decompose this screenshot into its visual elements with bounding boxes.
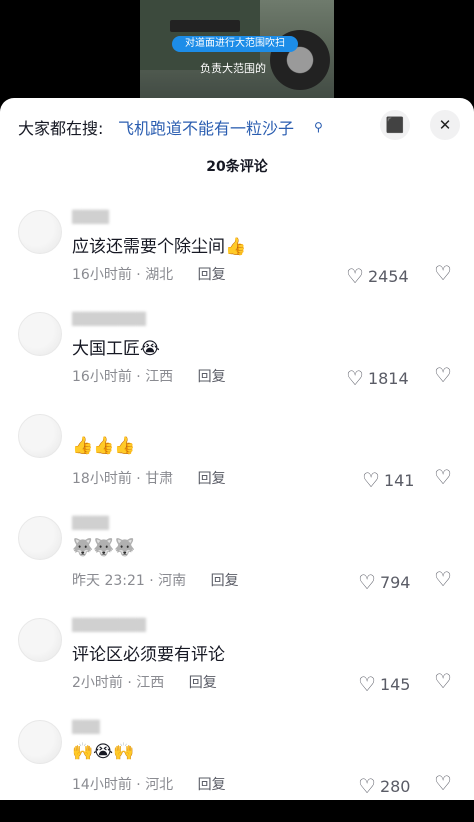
comment-time: 昨天 23:21 bbox=[72, 573, 145, 589]
avatar[interactable] bbox=[18, 210, 62, 254]
search-prefix: 大家都在搜: bbox=[18, 119, 104, 138]
comment-text: 🙌😭🙌 bbox=[72, 742, 135, 762]
comment-item: ████ 应该还需要个除尘间👍 16小时前 · 湖北 回复 ♡ 2454 ♡ bbox=[0, 210, 474, 312]
like-button[interactable]: ♡ 2454 bbox=[346, 264, 409, 288]
avatar[interactable] bbox=[18, 312, 62, 356]
like-count: 1814 bbox=[367, 368, 409, 388]
dislike-heart-icon[interactable]: ♡ bbox=[434, 466, 456, 488]
reply-button[interactable]: 回复 bbox=[198, 369, 226, 385]
comment-location: 甘肃 bbox=[145, 471, 174, 487]
reply-button[interactable]: 回复 bbox=[189, 675, 217, 691]
comment-meta: 16小时前 · 湖北 回复 bbox=[72, 267, 226, 283]
like-button[interactable]: ♡ 145 bbox=[358, 672, 410, 696]
heart-icon: ♡ bbox=[358, 672, 376, 696]
avatar[interactable] bbox=[18, 414, 62, 458]
comment-item: ████████ 大国工匠😭 16小时前 · 江西 回复 ♡ 1814 ♡ bbox=[0, 312, 474, 414]
search-term-link[interactable]: 飞机跑道不能有一粒沙子 bbox=[118, 116, 294, 142]
heart-icon: ♡ bbox=[358, 570, 376, 594]
avatar[interactable] bbox=[18, 720, 62, 764]
like-count: 794 bbox=[379, 572, 411, 592]
video-background: 对道面进行大范围吹扫 负责大范围的 bbox=[0, 0, 474, 110]
avatar[interactable] bbox=[18, 516, 62, 560]
heart-icon: ♡ bbox=[346, 264, 364, 288]
video-title-badge: 对道面进行大范围吹扫 bbox=[172, 36, 298, 52]
comment-meta: 18小时前 · 甘肃 回复 bbox=[72, 471, 226, 487]
dislike-heart-icon[interactable]: ♡ bbox=[434, 568, 456, 590]
username-blurred: ████ bbox=[72, 516, 109, 530]
comment-text: 应该还需要个除尘间👍 bbox=[72, 237, 247, 257]
avatar[interactable] bbox=[18, 618, 62, 662]
reply-button[interactable]: 回复 bbox=[198, 471, 226, 487]
expand-icon[interactable]: ⬛ bbox=[380, 110, 410, 140]
comment-time: 2小时前 bbox=[72, 675, 123, 691]
comment-location: 河北 bbox=[145, 777, 174, 793]
comment-meta: 昨天 23:21 · 河南 回复 bbox=[72, 573, 239, 589]
comment-time: 16小时前 bbox=[72, 369, 132, 385]
comment-text: 大国工匠😭 bbox=[72, 339, 160, 359]
dislike-heart-icon[interactable]: ♡ bbox=[434, 670, 456, 692]
dislike-heart-icon[interactable]: ♡ bbox=[434, 262, 456, 284]
comment-location: 江西 bbox=[145, 369, 174, 385]
close-icon[interactable]: ✕ bbox=[430, 110, 460, 140]
like-button[interactable]: ♡ 1814 bbox=[346, 366, 409, 390]
comment-meta: 16小时前 · 江西 回复 bbox=[72, 369, 226, 385]
heart-icon: ♡ bbox=[346, 366, 364, 390]
search-icon: ⚲ bbox=[314, 120, 323, 134]
like-button[interactable]: ♡ 280 bbox=[358, 774, 410, 798]
comment-location: 江西 bbox=[136, 675, 165, 691]
comment-item: 👍👍👍 18小时前 · 甘肃 回复 ♡ 141 ♡ bbox=[0, 414, 474, 516]
reply-button[interactable]: 回复 bbox=[198, 267, 226, 283]
username-blurred: ████████ bbox=[72, 618, 146, 632]
video-caption: 负责大范围的 bbox=[200, 62, 266, 75]
comment-time: 16小时前 bbox=[72, 267, 132, 283]
video-frame bbox=[140, 0, 334, 110]
dislike-heart-icon[interactable]: ♡ bbox=[434, 364, 456, 386]
heart-icon: ♡ bbox=[358, 774, 376, 798]
comment-meta: 2小时前 · 江西 回复 bbox=[72, 675, 217, 691]
comment-item: ████ 🐺🐺🐺 昨天 23:21 · 河南 回复 ♡ 794 ♡ bbox=[0, 516, 474, 618]
comments-count: 20条评论 bbox=[206, 159, 268, 175]
dislike-heart-icon[interactable]: ♡ bbox=[434, 772, 456, 794]
reply-button[interactable]: 回复 bbox=[211, 573, 239, 589]
comment-meta: 14小时前 · 河北 回复 bbox=[72, 777, 226, 793]
comment-text: 🐺🐺🐺 bbox=[72, 538, 136, 558]
comment-location: 湖北 bbox=[145, 267, 174, 283]
reply-button[interactable]: 回复 bbox=[198, 777, 226, 793]
comment-location: 河南 bbox=[158, 573, 187, 589]
like-button[interactable]: ♡ 141 bbox=[362, 468, 414, 492]
like-count: 141 bbox=[383, 470, 415, 490]
comment-time: 18小时前 bbox=[72, 471, 132, 487]
username-blurred: ████████ bbox=[72, 312, 146, 326]
username-blurred: ███ bbox=[72, 720, 100, 734]
comments-sheet: 大家都在搜: 飞机跑道不能有一粒沙子 ⚲ ⬛ ✕ 20条评论 ████ 应该还需… bbox=[0, 98, 474, 800]
comment-item: ███ 🙌😭🙌 14小时前 · 河北 回复 ♡ 280 ♡ bbox=[0, 720, 474, 822]
comment-text: 👍👍👍 bbox=[72, 436, 136, 456]
like-count: 280 bbox=[379, 776, 411, 796]
like-count: 2454 bbox=[367, 266, 409, 286]
heart-icon: ♡ bbox=[362, 468, 380, 492]
like-button[interactable]: ♡ 794 bbox=[358, 570, 410, 594]
comment-item: ████████ 评论区必须要有评论 2小时前 · 江西 回复 ♡ 145 ♡ bbox=[0, 618, 474, 720]
comment-text: 评论区必须要有评论 bbox=[72, 645, 225, 665]
username-blurred: ████ bbox=[72, 210, 109, 224]
like-count: 145 bbox=[379, 674, 411, 694]
truck-grill bbox=[170, 20, 240, 32]
comment-time: 14小时前 bbox=[72, 777, 132, 793]
